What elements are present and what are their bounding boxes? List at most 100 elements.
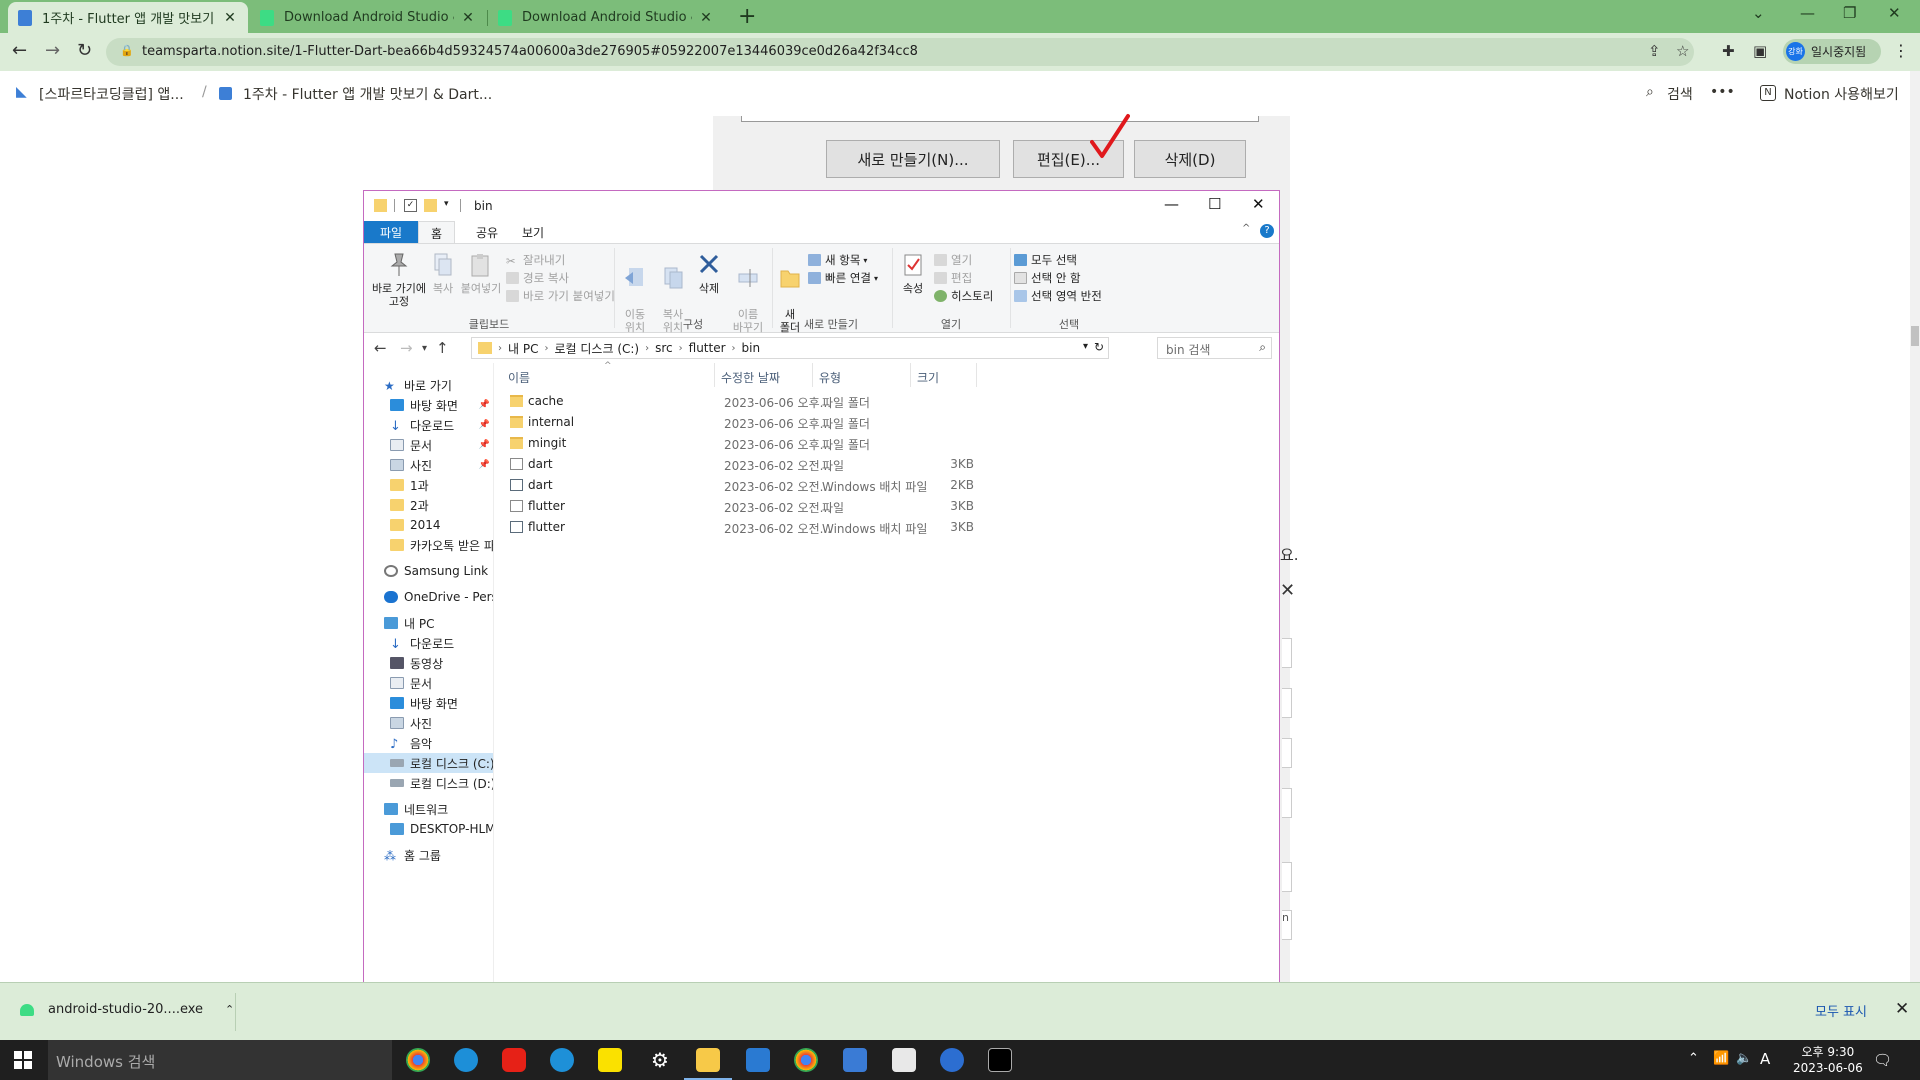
delete-button[interactable]: 삭제 (692, 252, 726, 295)
forward-icon[interactable]: → (45, 40, 60, 61)
volume-icon[interactable]: 🔈 (1736, 1051, 1752, 1066)
breadcrumb-current[interactable]: 1주차 - Flutter 앱 개발 맛보기 & Dart... (243, 84, 492, 104)
column-divider[interactable] (976, 363, 977, 387)
vscode-taskbar-icon[interactable] (746, 1048, 770, 1072)
tab-android-studio-1[interactable]: Download Android Studio & Ap ✕ (250, 2, 486, 33)
invert-selection-button[interactable]: 선택 영역 반전 (1014, 288, 1102, 304)
column-header-name[interactable]: 이름 (508, 369, 530, 386)
tab-view[interactable]: 보기 (510, 221, 556, 243)
file-row[interactable]: dart 2023-06-02 오전... 파일 3KB (504, 454, 1274, 475)
up-icon[interactable]: ↑ (436, 339, 449, 357)
column-divider[interactable] (714, 363, 715, 387)
copy-button[interactable]: 복사 (428, 252, 458, 295)
navigation-pane[interactable]: ★ 바로 가기 바탕 화면 📌 ↓ 다운로드 📌 문서 📌 사진 📌 1과 2과 2014 … (364, 363, 494, 1039)
path-segment[interactable]: flutter (689, 341, 726, 355)
nav-kakao-folder[interactable]: 카카오톡 받은 파일 (364, 535, 493, 555)
restore-icon[interactable]: ❐ (1843, 4, 1856, 22)
nav-homegroup[interactable]: ⁂ 홈 그룹 (364, 845, 493, 865)
chevron-up-icon[interactable]: ⌃ (225, 1003, 234, 1016)
nav-downloads[interactable]: ↓ 다운로드 📌 (364, 415, 493, 435)
path-segment[interactable]: 내 PC (508, 340, 538, 357)
nav-folder-1[interactable]: 1과 (364, 475, 493, 495)
youtube-taskbar-icon[interactable] (502, 1048, 526, 1072)
terminal-taskbar-icon[interactable] (988, 1048, 1012, 1072)
show-all-button[interactable]: 모두 표시 (1815, 1001, 1867, 1020)
extensions-icon[interactable]: ✚ (1722, 42, 1735, 60)
nav-documents[interactable]: 문서 📌 (364, 435, 493, 455)
nav-drive-d[interactable]: 로컬 디스크 (D:) (364, 773, 493, 793)
forward-icon[interactable]: → (400, 339, 413, 357)
nav-drive-c[interactable]: 로컬 디스크 (C:) (364, 753, 493, 773)
nav-network[interactable]: 네트워크 (364, 799, 493, 819)
close-icon[interactable]: ✕ (1252, 195, 1265, 213)
edit-button[interactable]: 편집 (934, 270, 972, 286)
show-hidden-icons-icon[interactable]: ⌃ (1688, 1051, 1699, 1066)
kakaotalk-taskbar-icon[interactable] (598, 1048, 622, 1072)
cut-button[interactable]: ✂ 잘라내기 (506, 252, 565, 268)
easy-access-button[interactable]: 빠른 연결 ▾ (808, 270, 878, 286)
nav-pc-downloads[interactable]: ↓ 다운로드 (364, 633, 493, 653)
history-button[interactable]: 히스토리 (934, 288, 993, 304)
nav-pc-music[interactable]: ♪ 음악 (364, 733, 493, 753)
bookmark-star-icon[interactable]: ☆ (1676, 42, 1689, 60)
help-icon[interactable]: ? (1260, 224, 1274, 238)
profile-button[interactable]: 강화 일시중지됨 (1783, 39, 1881, 64)
lock-icon[interactable]: 🔒 (120, 44, 134, 57)
maximize-icon[interactable]: ☐ (1208, 195, 1221, 213)
reload-icon[interactable]: ↻ (77, 40, 92, 61)
nav-pc-desktop[interactable]: 바탕 화면 (364, 693, 493, 713)
nav-samsung-link[interactable]: Samsung Link (364, 561, 493, 581)
nav-pictures[interactable]: 사진 📌 (364, 455, 493, 475)
nav-pc-videos[interactable]: 동영상 (364, 653, 493, 673)
paste-shortcut-button[interactable]: 바로 가기 붙여넣기 (506, 288, 615, 304)
tab-home[interactable]: 홈 (418, 221, 456, 243)
collapse-ribbon-icon[interactable]: ^ (1242, 223, 1250, 234)
file-row[interactable]: cache 2023-06-06 오후... 파일 폴더 (504, 391, 1274, 412)
network-icon[interactable]: 📶 (1713, 1051, 1729, 1066)
column-header-date[interactable]: 수정한 날짜 (721, 369, 780, 386)
search-icon[interactable]: ⌕ (1646, 84, 1654, 100)
nav-folder-2[interactable]: 2과 (364, 495, 493, 515)
try-notion-button[interactable]: Notion 사용해보기 (1784, 84, 1899, 104)
tab-notion[interactable]: 1주차 - Flutter 앱 개발 맛보기 & ✕ (8, 2, 248, 33)
copy-path-button[interactable]: 경로 복사 (506, 270, 569, 286)
taskbar-clock[interactable]: 오후 9:30 2023-06-06 (1793, 1044, 1863, 1076)
close-tab-icon[interactable]: ✕ (222, 10, 238, 26)
recent-locations-icon[interactable]: ▾ (422, 343, 427, 354)
minimize-icon[interactable]: — (1164, 195, 1179, 213)
app-taskbar-icon[interactable] (843, 1048, 867, 1072)
search-button[interactable]: 검색 (1667, 84, 1693, 104)
pin-quick-access-button[interactable]: 바로 가기에 고정 (370, 252, 428, 308)
chevron-right-icon[interactable]: › (498, 343, 502, 354)
nav-pc-documents[interactable]: 문서 (364, 673, 493, 693)
nav-onedrive[interactable]: OneDrive - Personal (364, 587, 493, 607)
chrome-menu-icon[interactable]: ⋮ (1893, 41, 1909, 60)
side-panel-icon[interactable]: ▣ (1753, 42, 1767, 60)
chrome-profile-taskbar-icon[interactable] (794, 1048, 818, 1072)
file-row[interactable]: dart 2023-06-02 오전... Windows 배치 파일 2KB (504, 475, 1274, 496)
address-bar[interactable]: 🔒 teamsparta.notion.site/1-Flutter-Dart-… (106, 38, 1694, 66)
file-row[interactable]: mingit 2023-06-06 오후... 파일 폴더 (504, 433, 1274, 454)
settings-gear-taskbar-icon[interactable]: ⚙ (648, 1048, 672, 1072)
new-folder-qa-icon[interactable] (424, 199, 437, 212)
edge-taskbar-icon[interactable] (454, 1048, 478, 1072)
url-text[interactable]: teamsparta.notion.site/1-Flutter-Dart-be… (142, 44, 918, 59)
tab-share[interactable]: 공유 (464, 221, 510, 243)
breadcrumb-parent[interactable]: [스파르타코딩클럽] 앱... (39, 84, 184, 104)
nav-desktop-pc[interactable]: DESKTOP-HLMLTF (364, 819, 493, 839)
close-tab-icon[interactable]: ✕ (460, 10, 476, 26)
path-segment[interactable]: bin (742, 341, 761, 355)
select-none-button[interactable]: 선택 안 함 (1014, 270, 1081, 286)
chevron-right-icon[interactable]: › (544, 343, 548, 354)
windows-search-box[interactable]: Windows 검색 (48, 1040, 392, 1080)
properties-button[interactable]: 속성 (896, 252, 930, 295)
nav-this-pc[interactable]: 내 PC (364, 613, 493, 633)
notification-center-icon[interactable]: 🗨 (1873, 1051, 1892, 1069)
new-tab-icon[interactable]: + (738, 4, 756, 29)
explorer-titlebar[interactable]: ✓ ▾ bin — ☐ ✕ (364, 191, 1279, 221)
chrome-taskbar-icon[interactable] (406, 1048, 430, 1072)
file-row[interactable]: internal 2023-06-06 오후... 파일 폴더 (504, 412, 1274, 433)
close-tab-icon[interactable]: ✕ (698, 10, 714, 26)
tab-search-icon[interactable]: ⌄ (1752, 4, 1765, 22)
windows-start-icon[interactable] (14, 1051, 32, 1069)
